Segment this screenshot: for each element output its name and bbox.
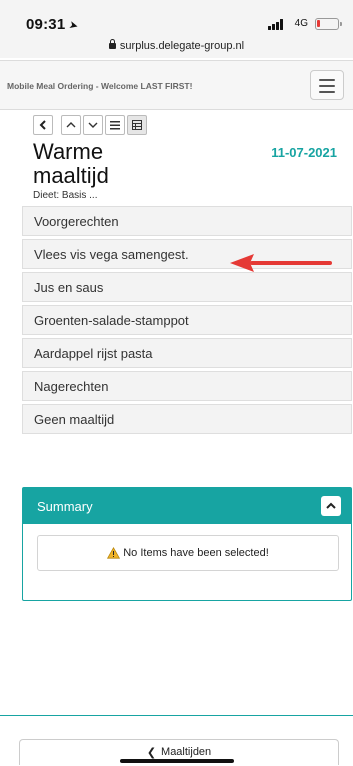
status-time-text: 09:31	[26, 16, 66, 33]
category-aardappel[interactable]: Aardappel rijst pasta	[22, 338, 352, 368]
app-header: Mobile Meal Ordering - Welcome LAST FIRS…	[0, 60, 353, 110]
chevron-up-icon	[66, 122, 76, 128]
location-arrow-icon: ➤	[67, 18, 81, 33]
hamburger-icon	[319, 79, 335, 81]
network-type: 4G	[294, 18, 308, 29]
category-nagerechten[interactable]: Nagerechten	[22, 371, 352, 401]
signal-icon	[268, 19, 283, 30]
chevron-left-icon	[39, 120, 46, 130]
battery-icon	[315, 18, 342, 30]
meal-date: 11-07-2021	[271, 145, 337, 160]
chevron-down-icon	[88, 122, 98, 128]
chevron-up-icon	[326, 502, 336, 509]
status-bar: 09:31 ➤ 4G surplus.delegate-group.nl	[0, 0, 353, 58]
list-view-button[interactable]	[105, 115, 125, 135]
summary-header[interactable]: Summary	[23, 488, 351, 524]
hamburger-icon	[319, 91, 335, 93]
hamburger-icon	[319, 85, 335, 87]
lock-icon	[108, 39, 116, 49]
empty-selection-message: No Items have been selected!	[37, 535, 339, 571]
table-icon	[132, 120, 142, 130]
scroll-up-button[interactable]	[61, 115, 81, 135]
menu-button[interactable]	[310, 70, 344, 100]
category-list: Voorgerechten Vlees vis vega samengest. …	[22, 206, 352, 437]
summary-title: Summary	[37, 498, 93, 514]
category-groenten[interactable]: Groenten-salade-stamppot	[22, 305, 352, 335]
home-indicator	[120, 759, 234, 763]
summary-panel: Summary No Items have been selected!	[22, 487, 352, 601]
back-button[interactable]	[33, 115, 53, 135]
warning-icon	[107, 547, 121, 559]
grid-view-button[interactable]	[127, 115, 147, 135]
empty-message-text: No Items have been selected!	[123, 547, 269, 559]
scroll-down-button[interactable]	[83, 115, 103, 135]
footer-divider	[0, 715, 353, 716]
status-time: 09:31 ➤	[26, 16, 81, 33]
meal-title: Warme maaltijd	[33, 139, 109, 188]
nav-toolbar	[33, 115, 149, 135]
summary-collapse-button[interactable]	[321, 496, 341, 516]
url-text: surplus.delegate-group.nl	[119, 40, 245, 52]
annotation-arrow-icon	[230, 254, 332, 272]
app-title: Mobile Meal Ordering - Welcome LAST FIRS…	[7, 81, 193, 91]
category-jus-en-saus[interactable]: Jus en saus	[22, 272, 352, 302]
address-bar[interactable]: surplus.delegate-group.nl	[0, 39, 353, 52]
category-geen-maaltijd[interactable]: Geen maaltijd	[22, 404, 352, 434]
category-voorgerechten[interactable]: Voorgerechten	[22, 206, 352, 236]
list-icon	[110, 120, 120, 129]
diet-label: Dieet: Basis ...	[33, 190, 98, 201]
